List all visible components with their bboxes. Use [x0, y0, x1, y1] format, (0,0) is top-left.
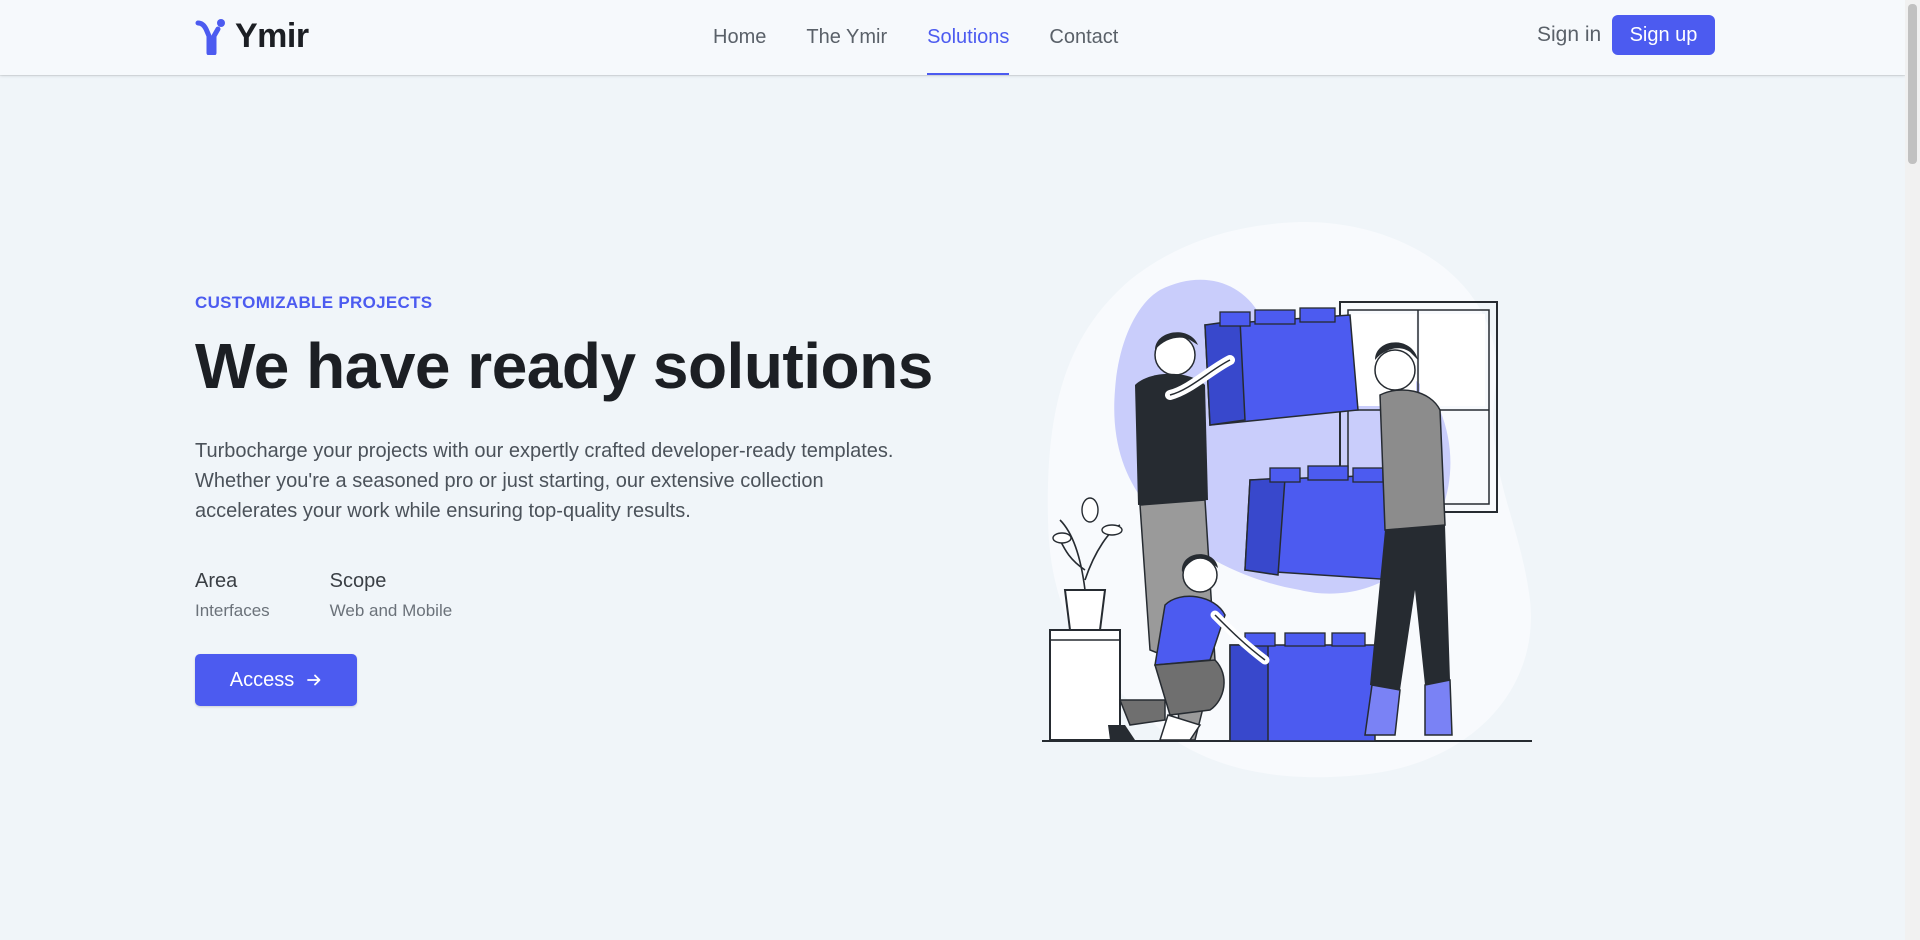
meta-area: Area Interfaces [195, 568, 270, 624]
meta-scope: Scope Web and Mobile [330, 568, 453, 624]
nav-home[interactable]: Home [713, 0, 766, 75]
meta-scope-value: Web and Mobile [329, 601, 453, 620]
ymir-logo-icon [195, 19, 225, 55]
page: Ymir Home The Ymir Solutions Contact Sig… [0, 0, 1920, 940]
team-building-blocks-illustration [1042, 221, 1532, 778]
meta-scope-label: Scope [329, 570, 387, 592]
brand-name: Ymir [235, 16, 309, 55]
main-nav: Home The Ymir Solutions Contact [713, 0, 1158, 75]
page-scrollbar[interactable] [1905, 0, 1920, 940]
nav-contact[interactable]: Contact [1049, 0, 1118, 75]
meta-area-label: Area [195, 570, 238, 592]
brand-logo[interactable]: Ymir [195, 16, 309, 56]
sign-up-button[interactable]: Sign up [1612, 15, 1715, 55]
arrow-right-icon [307, 674, 321, 686]
hero-title: We have ready solutions [195, 330, 933, 402]
meta-area-value: Interfaces [195, 601, 270, 620]
nav-the-ymir[interactable]: The Ymir [806, 0, 887, 75]
access-button-label: Access [229, 668, 295, 691]
scrollbar-thumb[interactable] [1908, 4, 1917, 164]
hero-description: Turbocharge your projects with our exper… [195, 440, 894, 522]
site-header: Ymir Home The Ymir Solutions Contact Sig… [0, 0, 1905, 75]
access-button[interactable]: Access [195, 654, 357, 706]
hero-eyebrow: CUSTOMIZABLE PROJECTS [195, 293, 433, 312]
sign-in-link[interactable]: Sign in [1537, 20, 1601, 50]
nav-solutions[interactable]: Solutions [927, 0, 1010, 75]
hero-meta: Area Interfaces Scope Web and Mobile [195, 568, 452, 624]
